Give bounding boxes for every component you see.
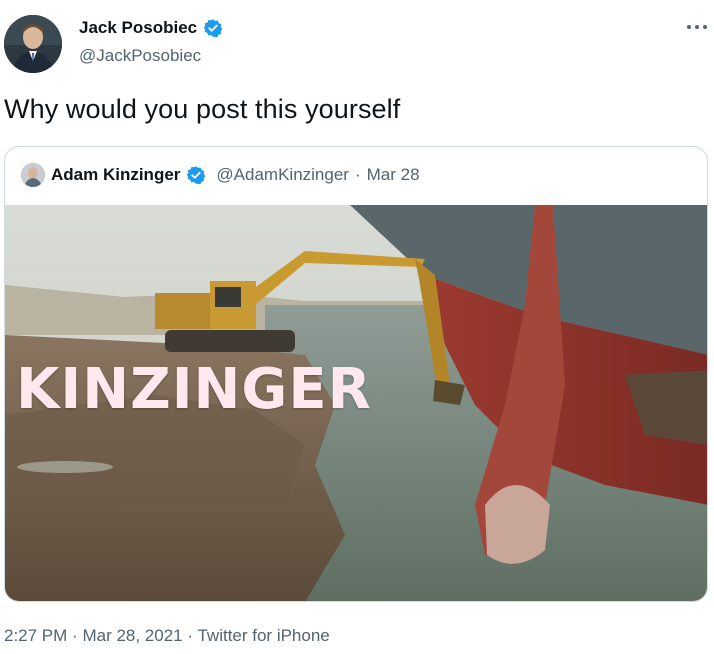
verified-badge-icon (186, 165, 206, 185)
quoted-author-name: Adam Kinzinger (51, 165, 181, 184)
quoted-tweet-header: Adam Kinzinger @AdamKinzinger · Mar 28 (21, 163, 420, 187)
separator: · (72, 626, 78, 645)
tweet-source[interactable]: Twitter for iPhone (197, 626, 329, 645)
quoted-author-handle: @AdamKinzinger (216, 165, 349, 184)
tweet-date[interactable]: Mar 28, 2021 (82, 626, 182, 645)
quoted-tweet-card[interactable]: Adam Kinzinger @AdamKinzinger · Mar 28 K… (4, 146, 708, 602)
tweet: Jack Posobiec @JackPosobiec Why would yo… (0, 0, 714, 654)
quoted-tweet-date: Mar 28 (366, 165, 420, 184)
verified-badge-icon (203, 18, 223, 38)
author-display-name[interactable]: Jack Posobiec (79, 18, 197, 38)
quoted-tweet-image[interactable]: KINZINGER (5, 205, 707, 601)
separator: · (187, 626, 194, 645)
quoted-author-avatar (21, 163, 45, 187)
tweet-text: Why would you post this yourself (4, 94, 401, 124)
author-avatar[interactable] (4, 15, 62, 73)
more-horizontal-icon[interactable] (686, 20, 708, 34)
media-overlay-text: KINZINGER (16, 357, 372, 422)
author-name-row: Jack Posobiec (79, 18, 223, 38)
separator: · (354, 165, 361, 184)
author-handle[interactable]: @JackPosobiec (79, 46, 201, 66)
tweet-time[interactable]: 2:27 PM (4, 626, 67, 645)
tweet-metadata: 2:27 PM · Mar 28, 2021 · Twitter for iPh… (4, 626, 330, 646)
